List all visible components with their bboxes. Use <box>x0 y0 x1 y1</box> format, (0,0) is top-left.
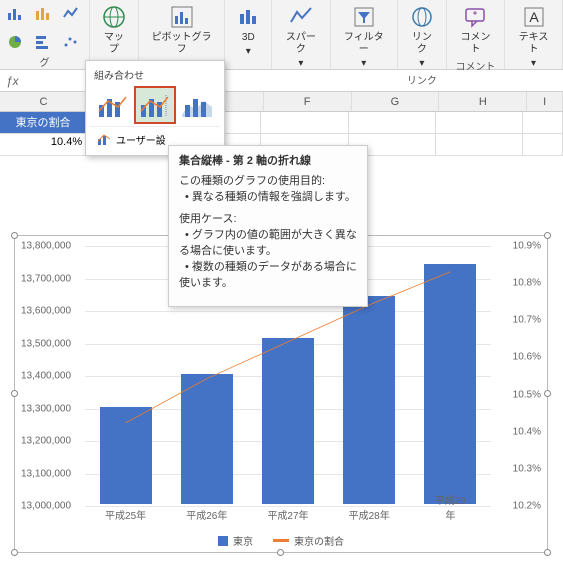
col-header[interactable]: H <box>439 92 527 111</box>
y-axis-right-label: 10.9% <box>513 241 541 252</box>
charts-group-label: グ <box>40 54 50 69</box>
link-button[interactable]: リンク▾ <box>404 2 440 72</box>
chart-type-tooltip: 集合縦棒 - 第 2 軸の折れ線 この種類のグラフの使用目的: • 異なる種類の… <box>168 145 368 307</box>
resize-handle[interactable] <box>11 232 18 239</box>
col-header[interactable]: G <box>352 92 440 111</box>
fx-icon: ƒx <box>6 74 19 88</box>
hierarchy-chart-button[interactable] <box>59 2 83 26</box>
y-axis-right-label: 10.2% <box>513 501 541 512</box>
col-header[interactable]: C <box>0 92 88 111</box>
y-axis-right-label: 10.7% <box>513 315 541 326</box>
y-axis-left-label: 13,400,000 <box>21 371 71 382</box>
combo-option-3[interactable] <box>178 88 216 122</box>
text-button[interactable]: Aテキスト▾ <box>511 2 556 72</box>
table-header-cell[interactable]: 東京の割合 <box>0 112 87 134</box>
y-axis-right-label: 10.6% <box>513 352 541 363</box>
col-header[interactable]: I <box>527 92 563 111</box>
bar-chart-button[interactable] <box>31 30 55 54</box>
resize-handle[interactable] <box>544 390 551 397</box>
resize-handle[interactable] <box>11 390 18 397</box>
y-axis-left-label: 13,500,000 <box>21 338 71 349</box>
combo-option-1[interactable] <box>94 88 132 122</box>
x-axis-label: 平成26年 <box>186 507 227 522</box>
resize-handle[interactable] <box>11 549 18 556</box>
resize-handle[interactable] <box>544 549 551 556</box>
col-header[interactable]: F <box>264 92 352 111</box>
combo-chart-popup: 組み合わせ ユーザー設 <box>85 60 225 156</box>
resize-handle[interactable] <box>544 232 551 239</box>
cell[interactable] <box>261 112 348 134</box>
y-axis-left-label: 13,300,000 <box>21 403 71 414</box>
chart-legend[interactable]: 東京 東京の割合 <box>15 533 547 548</box>
cell[interactable] <box>436 134 523 156</box>
y-axis-left-label: 13,000,000 <box>21 501 71 512</box>
x-axis-label: 平成28年 <box>349 507 390 522</box>
scatter-chart-button[interactable] <box>59 30 83 54</box>
sparklines-button[interactable]: スパーク▾ <box>278 2 323 72</box>
cell[interactable] <box>523 134 563 156</box>
pie-chart-button[interactable] <box>3 30 27 54</box>
recommended-charts-button[interactable] <box>3 2 27 26</box>
y-axis-left-label: 13,200,000 <box>21 436 71 447</box>
x-axis-label: 平成27年 <box>267 507 308 522</box>
y-axis-left-label: 13,600,000 <box>21 306 71 317</box>
cell[interactable] <box>523 112 563 134</box>
y-axis-right-label: 10.8% <box>513 278 541 289</box>
cell[interactable] <box>349 112 436 134</box>
y-axis-left-label: 13,800,000 <box>21 241 71 252</box>
popup-title: 組み合わせ <box>90 65 220 84</box>
cell[interactable] <box>436 112 523 134</box>
combo-option-2[interactable] <box>136 88 174 122</box>
tooltip-title: 集合縦棒 - 第 2 軸の折れ線 <box>179 154 357 170</box>
filter-button[interactable]: フィルター▾ <box>337 2 391 72</box>
y-axis-left-label: 13,100,000 <box>21 468 71 479</box>
y-axis-left-label: 13,700,000 <box>21 273 71 284</box>
comment-button[interactable]: コメント <box>453 2 498 58</box>
x-axis-label: 平成25年 <box>105 507 146 522</box>
y-axis-right-label: 10.5% <box>513 389 541 400</box>
cell[interactable]: 10.4% <box>0 134 87 156</box>
resize-handle[interactable] <box>277 549 284 556</box>
svg-text:A: A <box>529 9 539 25</box>
column-chart-button[interactable] <box>31 2 55 26</box>
3d-map-button[interactable]: 3D▾ <box>231 2 265 60</box>
y-axis-right-label: 10.3% <box>513 463 541 474</box>
y-axis-right-label: 10.4% <box>513 426 541 437</box>
